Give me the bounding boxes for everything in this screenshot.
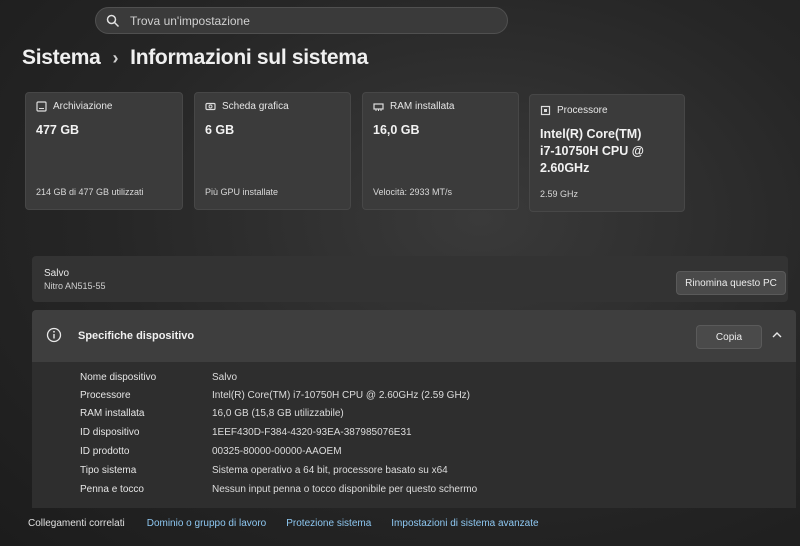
related-links-bar: Collegamenti correlati Dominio o gruppo … [28,518,559,529]
tile-value: 16,0 GB [373,123,420,137]
breadcrumb: Sistema › Informazioni sul sistema [22,46,368,70]
storage-icon [36,101,47,112]
spec-key: ID dispositivo [80,427,140,438]
spec-key: RAM installata [80,408,145,419]
tile-label: Scheda grafica [222,101,289,112]
tile-label: RAM installata [390,101,455,112]
tile-subtext: 2.59 GHz [540,189,579,199]
spec-value: Nessun input penna o tocco disponibile p… [212,484,478,495]
spec-key: ID prodotto [80,446,130,457]
spec-value: Sistema operativo a 64 bit, processore b… [212,465,448,476]
spec-row: RAM installata 16,0 GB (15,8 GB utilizza… [80,408,344,419]
page-title: Informazioni sul sistema [130,46,369,69]
storage-tile[interactable]: Archiviazione 477 GB 214 GB di 477 GB ut… [25,92,183,210]
spec-value: Salvo [212,372,238,383]
spec-row: ID dispositivo 1EEF430D-F384-4320-93EA-3… [80,427,412,438]
spec-value: 1EEF430D-F384-4320-93EA-387985076E31 [212,427,412,438]
spec-row: ID prodotto 00325-80000-00000-AAOEM [80,446,342,457]
rename-pc-button[interactable]: Rinomina questo PC [676,271,786,295]
settings-search-box[interactable] [95,7,508,34]
tile-value: Intel(R) Core(TM) i7-10750H CPU @ 2.60GH… [540,127,644,175]
system-protection-link[interactable]: Protezione sistema [286,518,371,529]
breadcrumb-parent-link[interactable]: Sistema [22,46,101,70]
chevron-up-icon[interactable] [770,328,784,342]
device-name: Salvo [44,268,70,279]
tile-label: Processore [557,105,608,116]
tile-label: Archiviazione [53,101,113,112]
tile-value: 6 GB [205,123,235,137]
device-name-row: Salvo Nitro AN515-55 [32,256,788,302]
ram-tile[interactable]: RAM installata 16,0 GB Velocità: 2933 MT… [362,92,519,210]
search-icon [106,14,120,27]
copy-button[interactable]: Copia [696,325,762,349]
info-icon [46,327,62,343]
domain-workgroup-link[interactable]: Dominio o gruppo di lavoro [147,518,267,529]
specs-title: Specifiche dispositivo [78,330,195,342]
spec-row: Tipo sistema Sistema operativo a 64 bit,… [80,465,448,476]
spec-key: Tipo sistema [80,465,137,476]
spec-row: Penna e tocco Nessun input penna o tocco… [80,484,477,495]
device-specs-table: Nome dispositivo Salvo Processore Intel(… [32,362,796,508]
search-input[interactable] [130,13,490,28]
spec-value: 16,0 GB (15,8 GB utilizzabile) [212,408,344,419]
tile-subtext: Velocità: 2933 MT/s [373,187,453,197]
graphics-card-icon [205,102,216,111]
related-links-label: Collegamenti correlati [28,518,125,529]
spec-key: Nome dispositivo [80,372,157,383]
processor-tile[interactable]: Processore Intel(R) Core(TM) i7-10750H C… [529,94,685,212]
spec-value: 00325-80000-00000-AAOEM [212,446,342,457]
device-specs-header[interactable]: Specifiche dispositivo [32,310,796,362]
processor-icon [540,105,551,116]
advanced-system-settings-link[interactable]: Impostazioni di sistema avanzate [391,518,538,529]
spec-value: Intel(R) Core(TM) i7-10750H CPU @ 2.60GH… [212,390,470,401]
ram-icon [373,103,384,111]
graphics-tile[interactable]: Scheda grafica 6 GB Più GPU installate [194,92,351,210]
device-model: Nitro AN515-55 [44,281,106,291]
breadcrumb-separator: › [112,47,119,68]
tile-subtext: 214 GB di 477 GB utilizzati [36,187,144,197]
tile-subtext: Più GPU installate [205,187,279,197]
spec-row: Processore Intel(R) Core(TM) i7-10750H C… [80,390,470,401]
tile-value: 477 GB [36,123,80,137]
spec-key: Penna e tocco [80,484,144,495]
spec-row: Nome dispositivo Salvo [80,372,237,383]
spec-key: Processore [80,390,131,401]
